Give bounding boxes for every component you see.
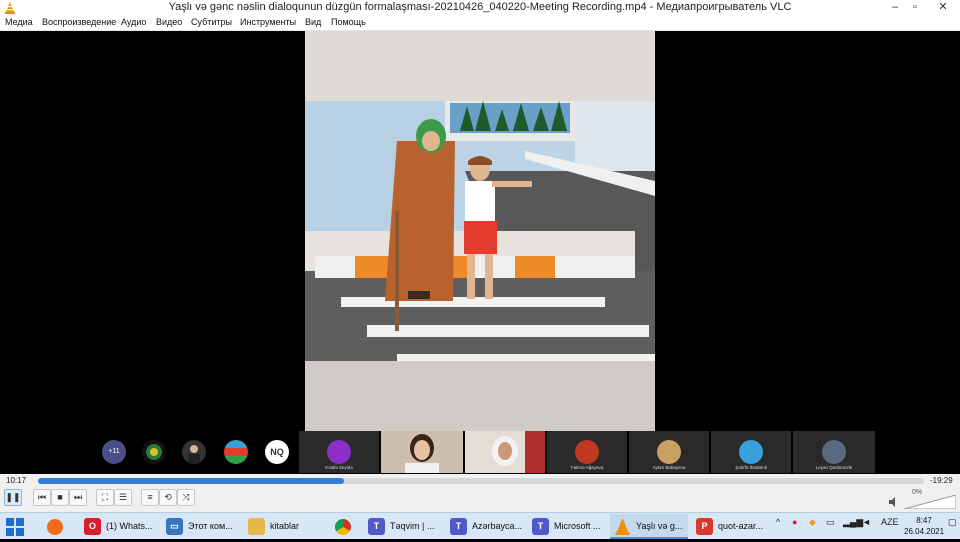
teams-icon: T bbox=[532, 518, 549, 535]
profile-avatar bbox=[657, 440, 681, 464]
profile-avatar bbox=[739, 440, 763, 464]
remaining-time[interactable]: -19:29 bbox=[930, 476, 953, 485]
taskbar-item-teams-microsoft[interactable]: T Microsoft ... bbox=[528, 514, 606, 539]
stop-icon: ■ bbox=[57, 492, 63, 502]
volume-control[interactable]: 0% bbox=[888, 489, 958, 509]
participant-video-tile[interactable] bbox=[381, 431, 463, 473]
loop-icon: ⟲ bbox=[164, 492, 172, 502]
fullscreen-button[interactable]: ⛶ bbox=[96, 489, 114, 506]
seek-bar[interactable] bbox=[38, 478, 924, 484]
loop-button[interactable]: ⟲ bbox=[159, 489, 177, 506]
participant-tile[interactable]: Şəhrfü İbrahimli bbox=[711, 431, 791, 473]
firefox-icon[interactable] bbox=[42, 516, 68, 538]
participant-tile[interactable]: Fatimə Ağayeva bbox=[547, 431, 627, 473]
emblem-avatar bbox=[142, 440, 166, 464]
taskbar-item-teams-azerbaijan[interactable]: T Azərbayca... bbox=[446, 514, 524, 539]
stop-button[interactable]: ■ bbox=[51, 489, 69, 506]
equalizer-icon: ☰ bbox=[118, 492, 128, 502]
taskbar-item-folder[interactable]: kitablar bbox=[244, 514, 318, 539]
menu-audio[interactable]: Аудио bbox=[121, 17, 146, 27]
display-tray-icon[interactable]: ▭ bbox=[826, 517, 835, 528]
profile-avatar bbox=[822, 440, 846, 464]
maximize-button[interactable]: ▫ bbox=[906, 0, 924, 16]
initials-avatar: NQ bbox=[265, 440, 289, 464]
pause-icon: ❚❚ bbox=[5, 492, 21, 502]
volume-tray-icon[interactable]: ◄ bbox=[862, 517, 871, 527]
vlc-cone-icon bbox=[614, 518, 631, 535]
previous-button[interactable]: ⏮ bbox=[33, 489, 51, 506]
video-surface[interactable]: +11 NQ Kələbi Seyidə Fatimə Ağayeva Aytə bbox=[0, 31, 960, 474]
video-frame-illustration bbox=[305, 31, 655, 431]
folder-icon bbox=[248, 518, 265, 535]
network-icon[interactable]: ▂▄▆ bbox=[843, 517, 863, 528]
menu-media[interactable]: Медиа bbox=[5, 17, 33, 27]
pdf-icon: P bbox=[696, 518, 713, 535]
taskbar-item-vlc[interactable]: Yaşlı və g... bbox=[610, 514, 688, 539]
player-controls: 10:17 -19:29 ❚❚ ⏮ ■ ⏭ ⛶ ☰ ≡ ⟲ ⤨ 0% bbox=[0, 474, 960, 512]
show-hidden-icons-chevron[interactable]: ^ bbox=[776, 517, 780, 527]
purple-avatar bbox=[327, 440, 351, 464]
opera-tray-icon[interactable]: ● bbox=[792, 517, 797, 527]
playlist-button[interactable]: ≡ bbox=[141, 489, 159, 506]
window-title: Yaşlı və gənc nəslin dialoqunun düzgün f… bbox=[168, 1, 792, 13]
minimize-button[interactable]: – bbox=[886, 0, 904, 16]
title-bar[interactable]: Yaşlı və gənc nəslin dialoqunun düzgün f… bbox=[0, 0, 960, 16]
next-button[interactable]: ⏭ bbox=[69, 489, 87, 506]
menu-help[interactable]: Помощь bbox=[331, 17, 366, 27]
taskbar-clock[interactable]: 8:47 26.04.2021 bbox=[904, 515, 944, 537]
webcam-person bbox=[465, 431, 545, 473]
taskbar-item-explorer-pc[interactable]: ▭ Этот ком... bbox=[162, 514, 236, 539]
extended-settings-button[interactable]: ☰ bbox=[114, 489, 132, 506]
clock-time: 8:47 bbox=[916, 516, 932, 525]
security-tray-icon[interactable]: ◆ bbox=[809, 517, 816, 528]
participant-tile[interactable]: Aytən Babayeva bbox=[629, 431, 709, 473]
clock-date: 26.04.2021 bbox=[904, 527, 945, 536]
person-avatar bbox=[182, 440, 206, 464]
teams-icon: T bbox=[450, 518, 467, 535]
shuffle-button[interactable]: ⤨ bbox=[177, 489, 195, 506]
elapsed-time[interactable]: 10:17 bbox=[6, 476, 26, 485]
taskbar-item-opera[interactable]: O (1) Whats... bbox=[80, 514, 154, 539]
vlc-window: Yaşlı və gənc nəslin dialoqunun düzgün f… bbox=[0, 0, 960, 539]
fullscreen-icon: ⛶ bbox=[101, 492, 109, 502]
menu-video[interactable]: Видео bbox=[156, 17, 182, 27]
chrome-icon[interactable] bbox=[330, 516, 356, 538]
computer-icon: ▭ bbox=[166, 518, 183, 535]
taskbar-item-teams-calendar[interactable]: T Təqvim | ... bbox=[364, 514, 442, 539]
close-button[interactable]: ✕ bbox=[926, 0, 960, 16]
participant-tile[interactable]: Leyan Qədiməzde bbox=[793, 431, 875, 473]
menu-subtitles[interactable]: Субтитры bbox=[191, 17, 232, 27]
input-language[interactable]: AZE bbox=[881, 517, 899, 527]
shuffle-icon: ⤨ bbox=[182, 492, 190, 502]
menu-bar: Медиа Воспроизведение Аудио Видео Субтит… bbox=[0, 16, 960, 31]
speaker-icon bbox=[889, 497, 895, 507]
webcam-person bbox=[381, 431, 463, 473]
teams-icon: T bbox=[368, 518, 385, 535]
flag-avatar bbox=[224, 440, 248, 464]
menu-playback[interactable]: Воспроизведение bbox=[42, 17, 116, 27]
next-icon: ⏭ bbox=[73, 492, 83, 502]
menu-view[interactable]: Вид bbox=[305, 17, 321, 27]
participants-strip: +11 NQ Kələbi Seyidə Fatimə Ağayeva Aytə bbox=[100, 431, 875, 473]
more-participants-badge[interactable]: +11 bbox=[102, 440, 126, 464]
pause-button[interactable]: ❚❚ bbox=[4, 489, 22, 506]
participant-video-tile[interactable] bbox=[465, 431, 545, 473]
volume-percent: 0% bbox=[912, 489, 923, 496]
seek-progress bbox=[38, 478, 344, 484]
profile-avatar bbox=[575, 440, 599, 464]
taskbar-item-pdf[interactable]: Pquot-azar... bbox=[692, 514, 770, 539]
notifications-icon[interactable]: ▢ bbox=[948, 517, 957, 528]
playlist-icon: ≡ bbox=[147, 492, 153, 502]
previous-icon: ⏮ bbox=[37, 492, 47, 502]
volume-slider[interactable] bbox=[904, 495, 956, 509]
opera-icon: O bbox=[84, 518, 101, 535]
participant-tile[interactable]: Kələbi Seyidə bbox=[299, 431, 379, 473]
windows-taskbar: O (1) Whats... ▭ Этот ком... kitablar T Təq… bbox=[0, 512, 960, 539]
windows-start-icon[interactable] bbox=[6, 518, 24, 536]
menu-tools[interactable]: Инструменты bbox=[240, 17, 296, 27]
